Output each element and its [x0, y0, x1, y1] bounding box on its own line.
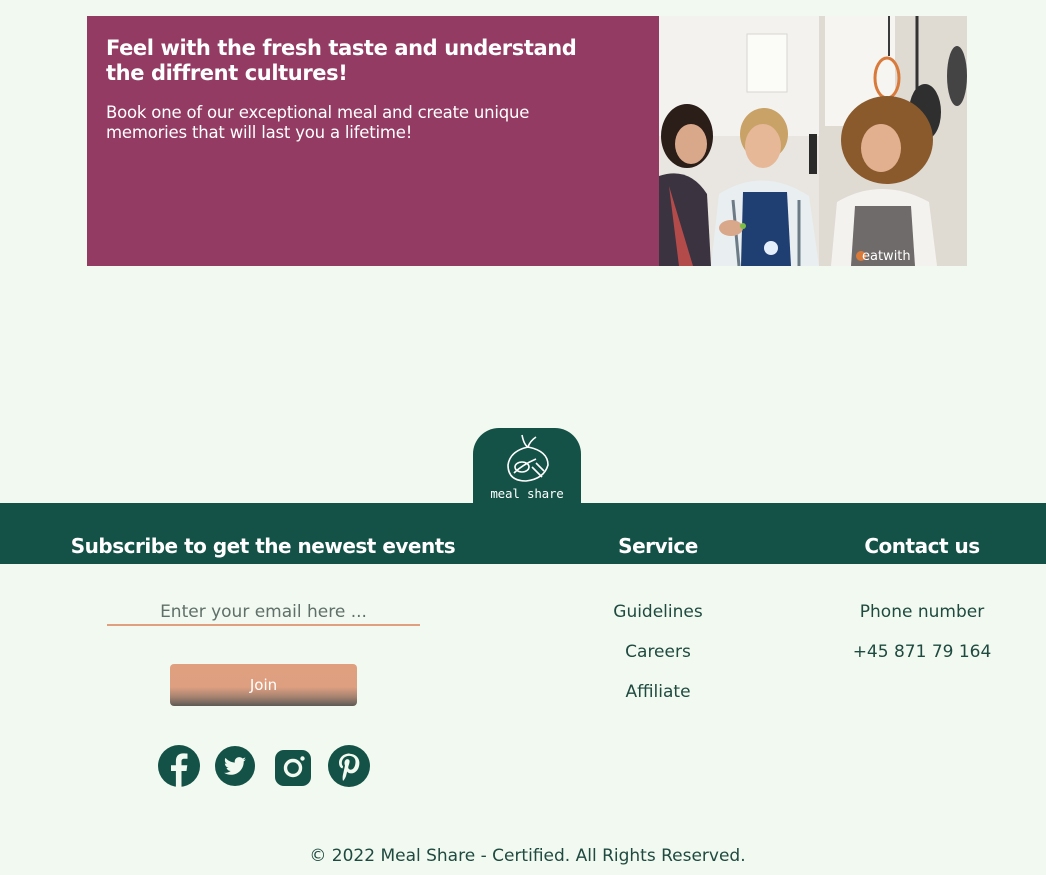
banner-heading: Feel with the fresh taste and understand… [106, 36, 577, 85]
twitter-icon [215, 746, 255, 786]
pinterest-icon [328, 745, 370, 787]
guidelines-link[interactable]: Guidelines [613, 602, 702, 622]
email-input[interactable] [107, 600, 420, 626]
facebook-icon [158, 745, 200, 787]
banner-subtext: Book one of our exceptional meal and cre… [106, 103, 530, 142]
phone-label: Phone number [859, 602, 985, 622]
logo-wordmark: meal share [490, 486, 564, 501]
phone-number[interactable]: +45 871 79 164 [832, 640, 1012, 664]
copyright-text: © 2022 Meal Share - Certified. All Right… [309, 846, 746, 866]
service-heading: Service [618, 534, 698, 558]
service-links: Guidelines Careers Affiliate [578, 600, 738, 720]
cooking-class-photo: eatwith [659, 16, 967, 266]
brand-logo[interactable]: meal share [473, 428, 581, 508]
join-button[interactable]: Join [170, 664, 357, 706]
apron-caption: eatwith [862, 249, 911, 264]
leaf-spoon-icon [507, 434, 549, 482]
facebook-link[interactable] [157, 744, 201, 788]
twitter-link[interactable] [213, 744, 257, 788]
instagram-icon [275, 750, 311, 786]
subscribe-heading: Subscribe to get the newest events [70, 534, 456, 558]
service-link-affiliate[interactable]: Affiliate [578, 680, 738, 720]
instagram-link[interactable] [271, 744, 315, 788]
service-link-guidelines[interactable]: Guidelines [578, 600, 738, 640]
service-link-careers[interactable]: Careers [578, 640, 738, 680]
contact-heading: Contact us [864, 534, 980, 558]
pinterest-link[interactable] [327, 744, 371, 788]
careers-link[interactable]: Careers [625, 642, 691, 662]
affiliate-link[interactable]: Affiliate [625, 682, 690, 702]
banner-text: Feel with the fresh taste and understand… [106, 36, 606, 143]
promo-banner: Feel with the fresh taste and understand… [87, 16, 967, 266]
